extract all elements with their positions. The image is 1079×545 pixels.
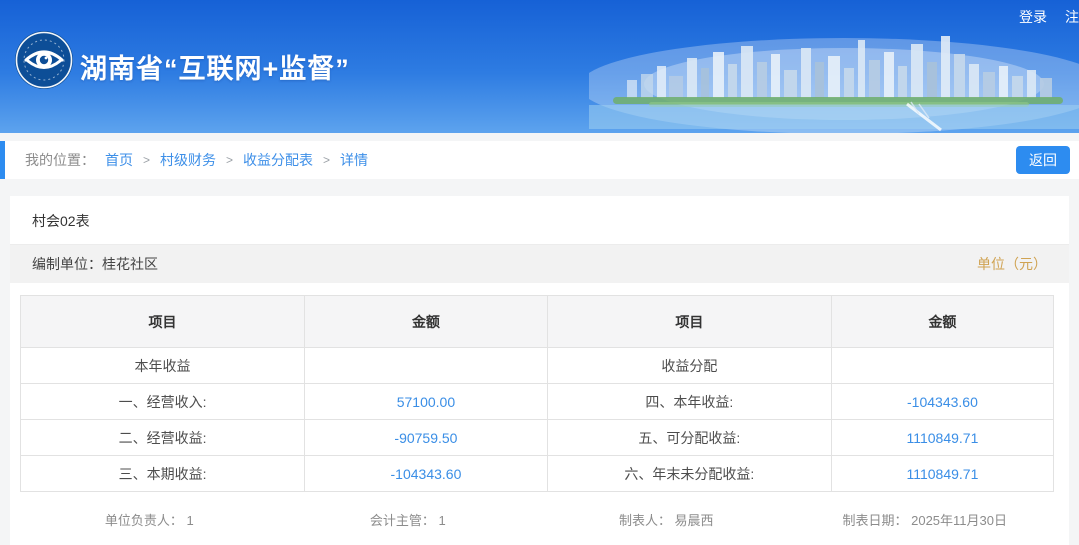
item-cell: 五、可分配收益: [546,419,832,456]
breadcrumb-item-income-distribution[interactable]: 收益分配表 [243,150,313,170]
value-cell [304,347,548,384]
item-cell: 六、年末未分配收益: [546,455,832,492]
item-cell: 收益分配 [546,347,832,384]
item-cell: 三、本期收益: [19,455,306,492]
top-links: 登录 注册 [1019,7,1079,27]
compiling-unit-label: 编制单位：桂花社区 [32,256,158,272]
value-cell: 57100.00 [304,383,548,420]
table-row: 三、本期收益: -104343.60 六、年末未分配收益: 1110849.71 [19,455,1055,492]
breadcrumb-prefix: 我的位置： [25,152,95,168]
report-code: 村会02表 [10,196,1069,245]
column-header-amount-right: 金额 [830,295,1055,348]
site-logo [14,30,74,90]
value-cell: 1110849.71 [830,419,1055,456]
breadcrumb-separator: > [143,153,151,167]
register-link[interactable]: 注册 [1065,7,1079,27]
value-cell [830,347,1055,384]
login-link[interactable]: 登录 [1019,7,1047,27]
breadcrumb-item-village-finance[interactable]: 村级财务 [160,150,216,170]
column-header-item-right: 项目 [546,295,832,348]
page-title: 湖南省“互联网+监督” [80,54,350,84]
column-header-amount-left: 金额 [304,295,548,348]
breadcrumb-separator: > [323,153,331,167]
back-button[interactable]: 返回 [1016,146,1070,174]
city-skyline-image [589,36,1079,133]
table-row: 一、经营收入: 57100.00 四、本年收益: -104343.60 [19,383,1055,420]
table-header-row: 项目 金额 项目 金额 [19,295,1055,348]
accounting-supervisor-label: 会计主管： 1 [369,513,446,528]
item-cell: 一、经营收入: [19,383,306,420]
preparer-label: 制表人： 易晨西 [618,513,714,528]
report-table: 项目 金额 项目 金额 本年收益 收益分配 一、经营收入: 57100.00 四… [19,295,1055,492]
breadcrumb-item-home[interactable]: 首页 [105,150,133,170]
value-cell: -104343.60 [304,455,548,492]
report-table-wrap: 项目 金额 项目 金额 本年收益 收益分配 一、经营收入: 57100.00 四… [19,295,1055,492]
breadcrumb: 我的位置： 首页 > 村级财务 > 收益分配表 > 详情 [25,150,368,170]
value-cell: -90759.50 [304,419,548,456]
currency-unit-label: 单位（元） [977,256,1047,272]
breadcrumb-separator: > [226,153,234,167]
breadcrumb-bar: 我的位置： 首页 > 村级财务 > 收益分配表 > 详情 返回 [0,141,1079,179]
item-cell: 四、本年收益: [546,383,832,420]
item-cell: 本年收益 [19,347,306,384]
report-date-label: 制表日期： 2025年11月30日 [842,513,1008,528]
site-header: 湖南省“互联网+监督” 登录 注册 [0,0,1079,133]
column-header-item-left: 项目 [19,295,306,348]
unit-bar: 编制单位：桂花社区 单位（元） [10,245,1069,283]
unit-head-label: 单位负责人： 1 [104,513,194,528]
table-row: 二、经营收益: -90759.50 五、可分配收益: 1110849.71 [19,419,1055,456]
value-cell: 1110849.71 [830,455,1055,492]
value-cell: -104343.60 [830,383,1055,420]
table-row: 本年收益 收益分配 [19,347,1055,384]
breadcrumb-item-detail[interactable]: 详情 [340,150,368,170]
item-cell: 二、经营收益: [19,419,306,456]
report-card: 村会02表 编制单位：桂花社区 单位（元） 项目 金额 项目 金额 本年收益 收… [10,196,1069,545]
report-footer: 单位负责人： 1 会计主管： 1 制表人： 易晨西 制表日期： 2025年11月… [10,492,1069,535]
